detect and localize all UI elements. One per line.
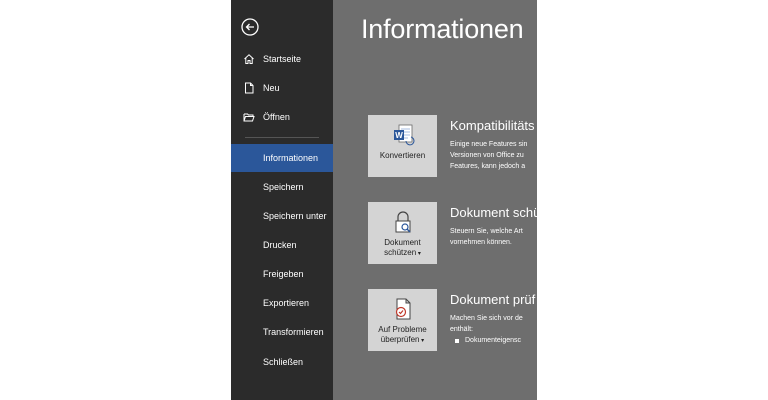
sidebar-item-label: Informationen: [263, 153, 319, 163]
inspect-document-label: Auf Probleme überprüfen ▾: [378, 325, 426, 346]
sidebar-item-freigeben[interactable]: Freigeben: [231, 260, 333, 288]
protect-document-label: Dokument schützen ▾: [384, 238, 421, 259]
inspect-line-2: enthält:: [450, 326, 473, 333]
bullet-icon: [455, 338, 459, 343]
compat-line-3: Features, kann jedoch a: [450, 163, 526, 170]
dropdown-caret-icon: ▾: [416, 251, 421, 257]
home-icon: [243, 53, 255, 65]
inspect-label-line-2: überprüfen: [380, 335, 420, 344]
sidebar-item-oeffnen[interactable]: Öffnen: [231, 103, 333, 131]
lock-icon: [391, 210, 415, 234]
protect-line-1: Steuern Sie, welche Art: [450, 228, 523, 235]
sidebar-item-label: Neu: [263, 83, 280, 93]
protect-document-button[interactable]: Dokument schützen ▾: [368, 202, 437, 264]
info-pane: Informationen W Konvertieren Kompatibili…: [333, 0, 537, 400]
sidebar-item-speichern[interactable]: Speichern: [231, 173, 333, 201]
sidebar-divider: [245, 137, 319, 138]
sidebar-item-neu[interactable]: Neu: [231, 74, 333, 102]
sidebar-item-drucken[interactable]: Drucken: [231, 231, 333, 259]
backstage-sidebar: Startseite Neu Öffnen Informationen Spei…: [231, 0, 333, 400]
inspect-document-button[interactable]: Auf Probleme überprüfen ▾: [368, 289, 437, 351]
protect-title: Dokument schü: [450, 205, 537, 220]
sidebar-item-exportieren[interactable]: Exportieren: [231, 289, 333, 317]
open-folder-icon: [243, 111, 255, 123]
sidebar-item-transformieren[interactable]: Transformieren: [231, 318, 333, 346]
inspect-title: Dokument prüf: [450, 292, 536, 307]
sidebar-item-label: Drucken: [263, 240, 297, 250]
new-document-icon: [243, 82, 255, 94]
svg-text:W: W: [395, 131, 403, 140]
inspect-label-line-1: Auf Probleme: [378, 325, 427, 334]
sidebar-item-schliessen[interactable]: Schließen: [231, 348, 333, 376]
compat-line-1: Einige neue Features sin: [450, 141, 528, 148]
sidebar-item-informationen[interactable]: Informationen: [231, 144, 333, 172]
word-convert-icon: W: [391, 123, 415, 147]
sidebar-item-label: Startseite: [263, 54, 302, 64]
convert-button[interactable]: W Konvertieren: [368, 115, 437, 177]
protect-label-line-1: Dokument: [384, 238, 421, 247]
sidebar-item-label: Exportieren: [263, 298, 310, 308]
dropdown-caret-icon: ▾: [419, 338, 425, 344]
sidebar-item-label: Schließen: [263, 357, 304, 367]
sidebar-item-label: Freigeben: [263, 269, 304, 279]
sidebar-item-label: Speichern: [263, 182, 304, 192]
protect-line-2: vornehmen können.: [450, 239, 512, 246]
sidebar-item-startseite[interactable]: Startseite: [231, 45, 333, 73]
inspect-bullet: Dokumenteigensc: [455, 337, 521, 344]
page-title: Informationen: [361, 14, 524, 44]
inspect-document-icon: [391, 297, 415, 321]
convert-button-label: Konvertieren: [379, 151, 426, 160]
backstage-window: Startseite Neu Öffnen Informationen Spei…: [231, 0, 537, 400]
protect-label-line-2: schützen: [384, 248, 417, 257]
sidebar-item-label: Öffnen: [263, 112, 290, 122]
inspect-bullet-text: Dokumenteigensc: [465, 337, 522, 344]
sidebar-item-label: Speichern unter: [263, 211, 327, 221]
compat-line-2: Versionen von Office zu: [450, 152, 524, 159]
sidebar-item-speichern-unter[interactable]: Speichern unter: [231, 202, 333, 230]
inspect-line-1: Machen Sie sich vor de: [450, 315, 523, 322]
compat-title: Kompatibilitäts: [450, 118, 535, 133]
back-arrow-icon[interactable]: [240, 17, 260, 37]
sidebar-item-label: Transformieren: [263, 327, 324, 337]
